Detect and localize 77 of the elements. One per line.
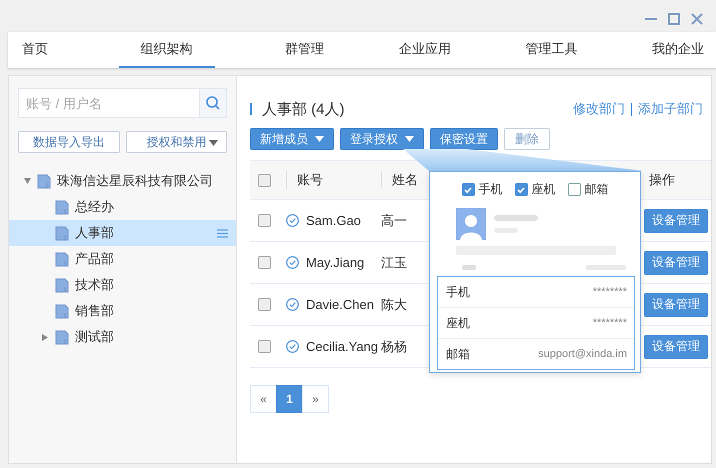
search-field[interactable]: 账号 / 用户名 (18, 88, 227, 118)
account-cell: Cecilia.Yang (306, 339, 378, 354)
department-icon (37, 174, 51, 188)
column-header: 操作 (648, 172, 675, 187)
name-cell: 陈大 (381, 296, 407, 312)
department-icon (55, 200, 69, 214)
check-icon (516, 184, 526, 194)
name-cell: 杨杨 (381, 338, 407, 354)
department-icon (55, 252, 69, 266)
name-cell: 高一 (381, 212, 407, 228)
checkbox[interactable] (258, 214, 271, 227)
checkbox[interactable] (258, 174, 271, 186)
tree-item[interactable]: 测试部 (9, 324, 236, 350)
panel-link[interactable]: 添加子部门 (638, 100, 703, 118)
field-value: ******** (592, 317, 627, 329)
department-icon (55, 278, 69, 292)
page-button[interactable]: 1 (276, 385, 303, 413)
account-cell: May.Jiang (306, 255, 364, 270)
dropdown-button[interactable]: 登录授权 (340, 128, 424, 150)
privacy-button[interactable]: 保密设置 (430, 128, 498, 150)
option-label: 座机 (532, 181, 556, 198)
check-icon (463, 184, 473, 194)
panel-link[interactable]: 修改部门 (573, 100, 625, 118)
option-label: 邮箱 (584, 181, 608, 198)
caret-icon (209, 140, 218, 146)
device-button[interactable]: 设备管理 (644, 292, 708, 316)
column-header: 账号 (286, 171, 323, 189)
close-icon[interactable] (690, 12, 704, 26)
prev-page-button[interactable]: « (250, 385, 277, 413)
field-label: 邮箱 (446, 346, 470, 362)
next-page-button[interactable]: » (302, 385, 329, 413)
checkbox[interactable] (258, 298, 271, 311)
nav-tab[interactable]: 我的企业 (648, 32, 708, 68)
nav-tab[interactable]: 管理工具 (521, 32, 582, 68)
search-icon (205, 95, 221, 111)
device-button[interactable]: 设备管理 (644, 250, 708, 274)
name-cell: 江玉 (381, 254, 407, 270)
menu-icon[interactable] (217, 228, 228, 238)
nav-tab[interactable]: 首页 (18, 32, 52, 68)
account-cell: Davie.Chen (306, 297, 374, 312)
department-icon (55, 304, 69, 318)
caret-icon (315, 136, 324, 142)
field-value: support@xinda.im (538, 348, 627, 360)
option-label: 手机 (478, 181, 502, 198)
department-icon (55, 226, 69, 240)
checkbox[interactable] (258, 256, 271, 269)
tree-item[interactable]: 销售部 (9, 298, 236, 324)
checkbox[interactable] (514, 183, 528, 196)
checkbox[interactable] (462, 183, 474, 196)
checkbox[interactable] (568, 183, 580, 196)
search-button[interactable] (199, 89, 226, 117)
tree-item[interactable]: 产品部 (9, 246, 236, 272)
department-icon (55, 330, 69, 344)
field-value: ******** (592, 286, 627, 298)
import-export-button[interactable]: 数据导入导出 (18, 131, 120, 153)
department-title: 人事部 (4人) (262, 100, 346, 118)
caret-icon (405, 136, 414, 142)
checkbox[interactable] (258, 340, 271, 353)
field-label: 座机 (446, 314, 470, 332)
nav-tab[interactable]: 企业应用 (394, 32, 455, 68)
tree-item[interactable]: 人事部 (9, 220, 236, 246)
account-cell: Sam.Gao (306, 213, 361, 228)
column-header: 姓名 (381, 172, 418, 187)
device-button[interactable]: 设备管理 (644, 208, 708, 232)
collapsed-arrow-icon[interactable] (42, 334, 48, 340)
nav-tab[interactable]: 群管理 (281, 32, 328, 68)
expanded-arrow-icon[interactable] (24, 178, 30, 184)
search-input[interactable]: 账号 / 用户名 (19, 89, 199, 117)
nav-tab[interactable]: 组织架构 (118, 32, 215, 68)
maximize-icon[interactable] (667, 12, 681, 26)
device-button[interactable]: 设备管理 (644, 334, 708, 358)
tree-item[interactable]: 珠海信达星辰科技有限公司 (9, 168, 236, 194)
dropdown-button[interactable]: 新增成员 (250, 128, 334, 150)
tree-item[interactable]: 技术部 (9, 272, 236, 298)
field-label: 手机 (446, 284, 470, 300)
dropdown-button[interactable]: 授权和禁用 (126, 131, 227, 153)
tree-item[interactable]: 总经办 (9, 194, 236, 220)
